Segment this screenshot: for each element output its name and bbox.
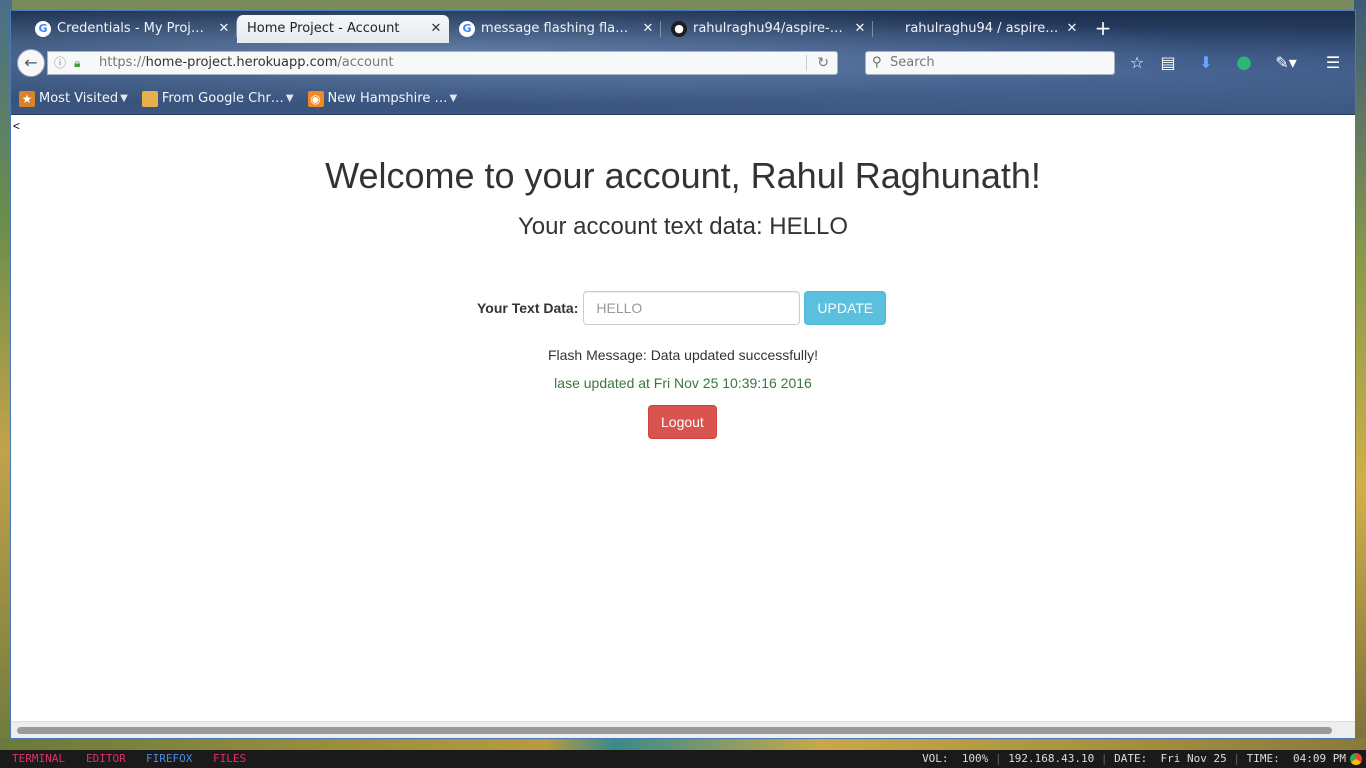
bookmark-label: New Hampshire … xyxy=(327,91,448,106)
url-scheme: https:// xyxy=(99,55,146,70)
bookmark-label: Most Visited xyxy=(39,91,119,106)
back-button[interactable]: ← xyxy=(17,49,45,77)
github-icon: ● xyxy=(671,21,687,37)
extension-icon[interactable]: ● xyxy=(1234,53,1254,73)
date-label: DATE: xyxy=(1114,752,1148,765)
bookmark-most-visited[interactable]: ★ Most Visited ▼ xyxy=(19,87,128,111)
reload-icon[interactable]: ↻ xyxy=(817,52,829,74)
tab-label: message flashing fla… xyxy=(481,21,629,36)
tab-label: rahulraghu94 / aspire… xyxy=(905,21,1059,36)
bookmark-new-hampshire[interactable]: ◉ New Hampshire … ▼ xyxy=(307,87,458,111)
url-host: home-project.herokuapp.com xyxy=(145,55,338,70)
page-title: Welcome to your account, Rahul Raghunath… xyxy=(325,155,1041,196)
date-value: Fri Nov 25 xyxy=(1160,752,1227,765)
tab-label: rahulraghu94/aspire-… xyxy=(693,21,843,36)
tab-message-flashing[interactable]: G message flashing fla… ✕ xyxy=(449,15,661,43)
url-path: /account xyxy=(337,55,394,70)
url-text: https://home-project.herokuapp.com/accou… xyxy=(99,52,394,74)
google-icon: G xyxy=(459,21,475,37)
bookmark-from-google-chrome[interactable]: From Google Chr… ▼ xyxy=(141,87,294,111)
logout-button[interactable]: Logout xyxy=(648,405,717,439)
tab-home-project-account[interactable]: Home Project - Account ✕ xyxy=(237,15,449,43)
folder-icon xyxy=(141,91,158,107)
bookmarks-toolbar: ★ Most Visited ▼ From Google Chr… ▼ ◉ Ne… xyxy=(19,87,457,111)
close-icon[interactable]: ✕ xyxy=(853,15,867,43)
text-data-input[interactable] xyxy=(583,291,801,325)
search-placeholder: Search xyxy=(890,55,935,70)
url-bar[interactable]: ⓘ 🔒︎ https://home-project.herokuapp.com/… xyxy=(47,51,838,75)
hamburger-menu-icon[interactable]: ☰ xyxy=(1323,53,1343,73)
close-icon[interactable]: ✕ xyxy=(1065,15,1079,43)
chevron-down-icon: ▼ xyxy=(285,93,294,104)
back-link[interactable]: < xyxy=(13,119,20,133)
most-visited-icon: ★ xyxy=(19,91,35,107)
workspace-firefox[interactable]: FIREFOX xyxy=(146,750,192,768)
tab-github-aspire[interactable]: ● rahulraghu94/aspire-… ✕ xyxy=(661,15,873,43)
system-status-bar: TERMINAL EDITOR FIREFOX FILES VOL: 100% … xyxy=(0,750,1366,768)
horizontal-scrollbar[interactable] xyxy=(11,721,1355,738)
time-label: TIME: xyxy=(1246,752,1280,765)
search-icon: ⚲ xyxy=(872,55,882,70)
close-icon[interactable]: ✕ xyxy=(429,15,443,43)
time-value: 04:09 PM xyxy=(1293,752,1346,765)
chevron-down-icon: ▼ xyxy=(120,93,128,104)
workspace-files[interactable]: FILES xyxy=(213,750,246,768)
close-icon[interactable]: ✕ xyxy=(641,15,655,43)
flash-message: Flash Message: Data updated successfully… xyxy=(547,347,819,363)
info-icon[interactable]: ⓘ xyxy=(54,52,66,74)
extension-menu-icon[interactable]: ✎▾ xyxy=(1269,53,1303,73)
rss-icon: ◉ xyxy=(307,91,324,107)
account-text-heading: Your account text data: HELLO xyxy=(518,213,848,240)
workspace-terminal[interactable]: TERMINAL xyxy=(12,750,65,768)
arrow-left-icon: ← xyxy=(24,53,38,72)
volume-label: VOL: xyxy=(922,752,949,765)
desktop-wallpaper-bottom xyxy=(0,738,1366,750)
scrollbar-thumb[interactable] xyxy=(17,727,1332,734)
browser-toolbar: G Credentials - My Proj… ✕ Home Project … xyxy=(11,11,1355,115)
navigation-bar: ← ⓘ 🔒︎ https://home-project.herokuapp.co… xyxy=(11,45,1355,79)
status-info: VOL: 100% | 192.168.43.10 | DATE: Fri No… xyxy=(922,752,1346,765)
tab-strip: G Credentials - My Proj… ✕ Home Project … xyxy=(25,15,1117,43)
bookmark-star-icon[interactable]: ☆ xyxy=(1127,53,1147,73)
url-divider xyxy=(806,55,807,71)
last-updated-text: lase updated at Fri Nov 25 10:39:16 2016 xyxy=(554,375,812,391)
chevron-down-icon: ▼ xyxy=(449,93,458,104)
tab-label: Home Project - Account xyxy=(247,21,400,36)
tab-credentials[interactable]: G Credentials - My Proj… ✕ xyxy=(25,15,237,43)
lock-icon: 🔒︎ xyxy=(74,56,81,70)
google-icon: G xyxy=(35,21,51,37)
ip-address: 192.168.43.10 xyxy=(1008,752,1095,765)
bookmark-label: From Google Chr… xyxy=(161,91,284,106)
close-icon[interactable]: ✕ xyxy=(217,15,231,43)
page-content: < Welcome to your account, Rahul Raghuna… xyxy=(11,115,1355,721)
volume-value: 100% xyxy=(961,752,989,765)
text-data-form: Your Text Data: UPDATE xyxy=(477,291,887,325)
workspace-editor[interactable]: EDITOR xyxy=(86,750,126,768)
update-button[interactable]: UPDATE xyxy=(804,291,887,325)
text-data-label: Your Text Data: xyxy=(477,300,579,316)
reading-list-icon[interactable]: ▤ xyxy=(1158,53,1178,73)
firefox-window: G Credentials - My Proj… ✕ Home Project … xyxy=(10,10,1356,739)
new-tab-button[interactable]: + xyxy=(1089,15,1117,43)
download-icon[interactable]: ⬇ xyxy=(1196,53,1216,73)
tab-bitbucket-aspire[interactable]: rahulraghu94 / aspire… ✕ xyxy=(873,15,1085,43)
tab-label: Credentials - My Proj… xyxy=(57,21,204,36)
chrome-tray-icon[interactable] xyxy=(1350,753,1362,765)
search-input[interactable]: ⚲ Search xyxy=(865,51,1115,75)
